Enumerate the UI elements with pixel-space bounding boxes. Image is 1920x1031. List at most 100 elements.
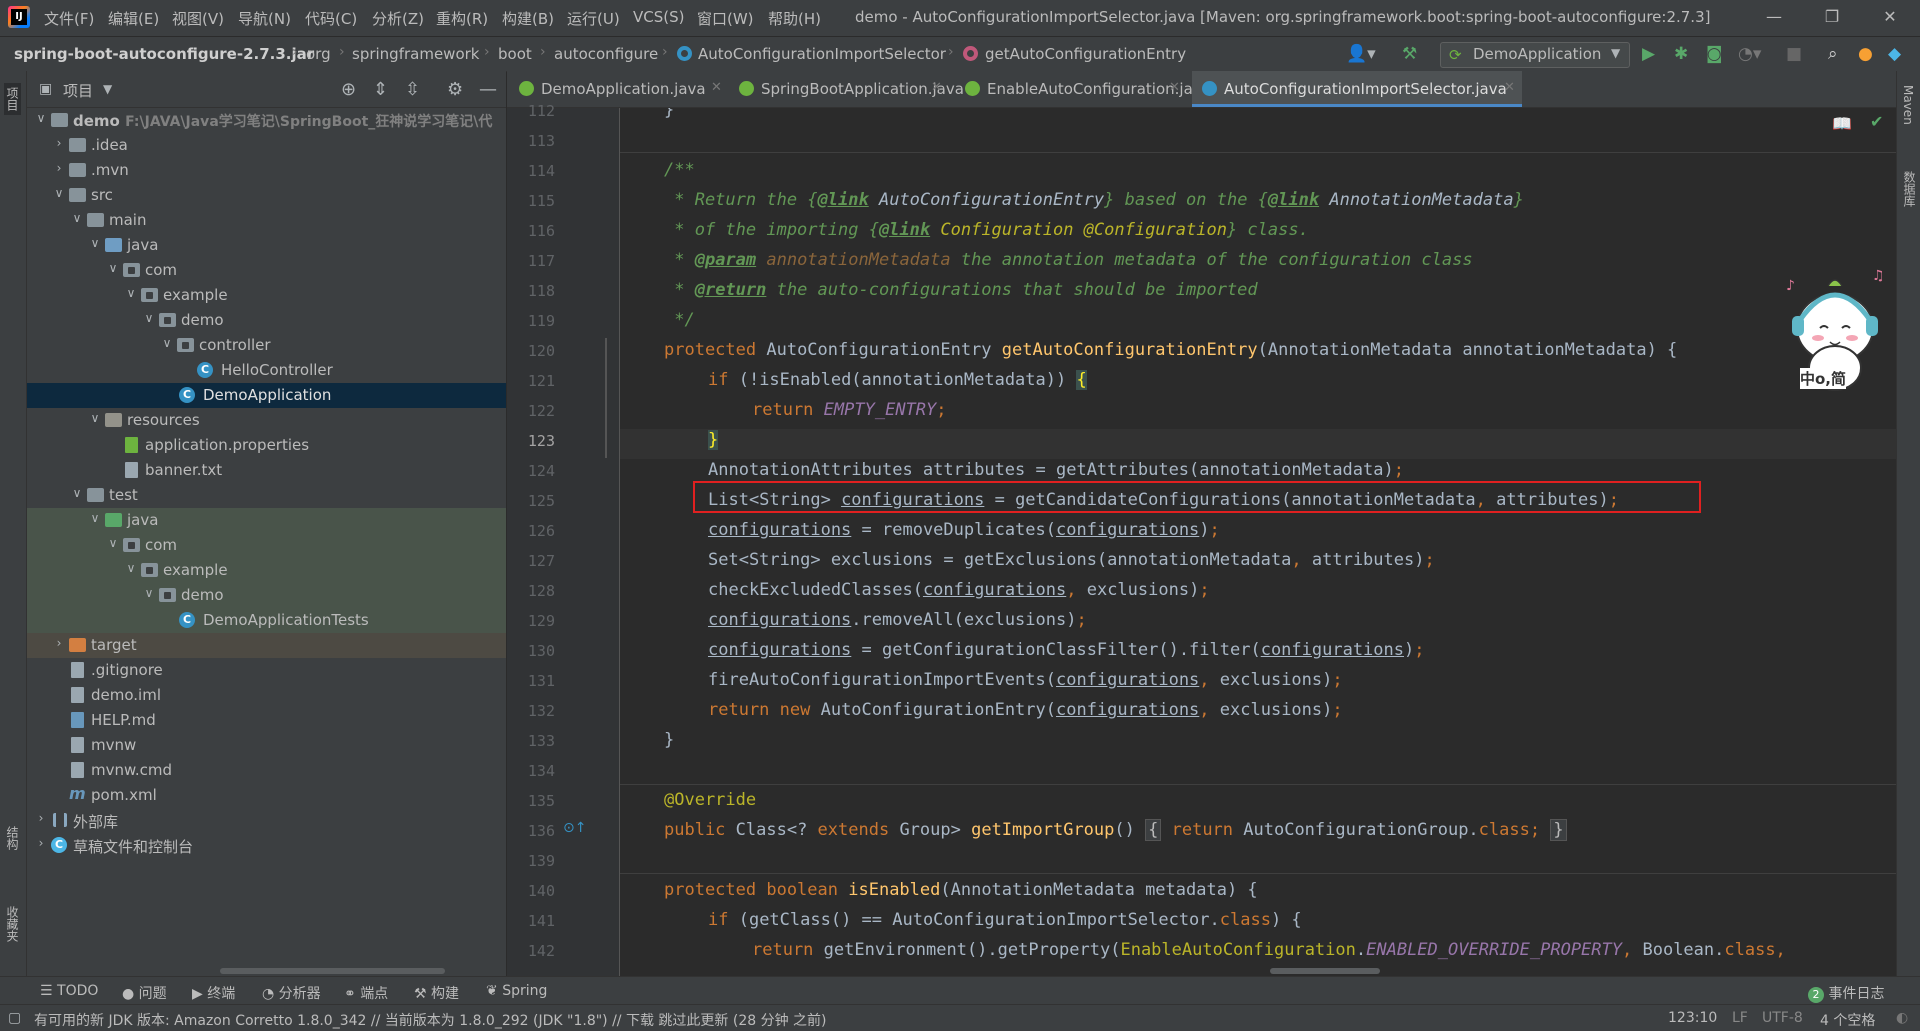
endpoints-tool-button[interactable]: ⚭ 端点 <box>344 983 388 1003</box>
close-tab-icon[interactable]: ✕ <box>1504 80 1515 95</box>
file-encoding[interactable]: UTF-8 <box>1762 1010 1803 1026</box>
breadcrumb-method[interactable]: getAutoConfigurationEntry <box>985 45 1186 63</box>
tree-row[interactable]: ∨ controller <box>27 333 506 358</box>
tree-row[interactable]: › target <box>27 633 506 658</box>
breadcrumb-autoconfigure[interactable]: autoconfigure <box>554 45 658 63</box>
stop-icon[interactable]: ■ <box>1786 45 1802 63</box>
debug-icon[interactable]: ✱ <box>1674 45 1688 63</box>
indent-setting[interactable]: 4 个空格 <box>1820 1010 1875 1030</box>
menu-window[interactable]: 窗口(W) <box>697 8 754 28</box>
override-marker-icon[interactable]: ⊙↑ <box>563 820 586 836</box>
tree-row[interactable]: › .mvn <box>27 158 506 183</box>
tree-row[interactable]: ∨ demo F:\JAVA\Java学习笔记\SpringBoot_狂神说学习笔… <box>27 108 506 133</box>
editor-gutter[interactable]: 112 113 114 115 116 117 118 119 120 121 … <box>507 102 620 976</box>
favorites-tool-button[interactable]: 收藏夹 <box>4 906 21 942</box>
menu-vcs[interactable]: VCS(S) <box>633 8 684 28</box>
event-log-button[interactable]: 2 事件日志 <box>1808 983 1884 1003</box>
problems-tool-button[interactable]: ● 问题 <box>122 983 167 1003</box>
breadcrumb-boot[interactable]: boot <box>498 45 532 63</box>
caret-position[interactable]: 123:10 <box>1668 1010 1717 1026</box>
code-editor[interactable]: } /** * Return the {@link AutoConfigurat… <box>620 108 1896 976</box>
locate-icon[interactable]: ⊕ <box>341 79 356 100</box>
tree-row[interactable]: HELP.md <box>27 708 506 733</box>
tree-row[interactable]: m pom.xml <box>27 783 506 808</box>
line-separator[interactable]: LF <box>1732 1010 1748 1026</box>
run-configuration-select[interactable]: ⟳ DemoApplication ▼ <box>1440 42 1630 68</box>
build-tool-button[interactable]: ⚒ 构建 <box>414 983 459 1003</box>
menu-analyze[interactable]: 分析(Z) <box>372 8 424 28</box>
tree-row[interactable]: ∨ example <box>27 283 506 308</box>
tree-row[interactable]: DemoApplicationTests <box>27 608 506 633</box>
tree-row[interactable]: ∨ java <box>27 233 506 258</box>
tab-enable-auto-configuration[interactable]: EnableAutoConfiguration.java ✕ <box>955 71 1211 107</box>
tree-row[interactable]: application.properties <box>27 433 506 458</box>
close-tab-icon[interactable]: ✕ <box>1169 80 1180 95</box>
menu-help[interactable]: 帮助(H) <box>768 8 821 28</box>
tree-row[interactable]: ∨ main <box>27 208 506 233</box>
tree-row[interactable]: ∨ java <box>27 508 506 533</box>
tree-row[interactable]: ∨ com <box>27 258 506 283</box>
menu-build[interactable]: 构建(B) <box>502 8 554 28</box>
tab-spring-boot-application[interactable]: SpringBootApplication.java ✕ <box>729 71 964 107</box>
breadcrumb-jar[interactable]: spring-boot-autoconfigure-2.7.3.jar <box>14 45 314 63</box>
tree-row[interactable]: ›草稿文件和控制台 <box>27 833 506 858</box>
todo-tool-button[interactable]: ☰ TODO <box>40 983 98 999</box>
chevron-down-icon[interactable]: ▼ <box>103 82 112 96</box>
user-icon[interactable]: 👤▾ <box>1346 45 1376 63</box>
structure-tool-button[interactable]: 结构 <box>4 826 21 850</box>
tree-row[interactable]: banner.txt <box>27 458 506 483</box>
readonly-lock-icon[interactable]: ◐ <box>1896 1010 1908 1026</box>
tree-row[interactable]: ∨ demo <box>27 308 506 333</box>
tree-row[interactable]: mvnw <box>27 733 506 758</box>
tree-row[interactable]: ∨ demo <box>27 583 506 608</box>
editor-scrollbar[interactable] <box>1270 968 1380 974</box>
menu-navigate[interactable]: 导航(N) <box>238 8 291 28</box>
updates-icon[interactable]: ● <box>1858 45 1873 63</box>
expand-all-icon[interactable]: ⇕ <box>373 79 388 100</box>
collapse-all-icon[interactable]: ⇳ <box>405 79 420 100</box>
coverage-icon[interactable]: ◙ <box>1706 45 1723 63</box>
menu-view[interactable]: 视图(V) <box>172 8 224 28</box>
breadcrumb-springframework[interactable]: springframework <box>352 45 479 63</box>
tree-row[interactable]: ∨ src <box>27 183 506 208</box>
terminal-tool-button[interactable]: ▶ 终端 <box>192 983 235 1003</box>
database-tool-button[interactable]: 数据库 <box>1901 171 1918 207</box>
reader-mode-icon[interactable]: 📖 <box>1832 114 1852 133</box>
profiler-icon[interactable]: ◔▾ <box>1738 45 1761 63</box>
tree-row[interactable]: HelloController <box>27 358 506 383</box>
profiler-tool-button[interactable]: ◔ 分析器 <box>262 983 321 1003</box>
tree-row[interactable]: › 外部库 <box>27 808 506 833</box>
menu-code[interactable]: 代码(C) <box>305 8 357 28</box>
hide-panel-icon[interactable]: — <box>479 79 497 100</box>
project-panel-title[interactable]: 项目 <box>63 80 93 101</box>
minimize-icon[interactable]: — <box>1762 6 1786 28</box>
tree-row[interactable]: ∨ resources <box>27 408 506 433</box>
breadcrumb-org[interactable]: org <box>306 45 331 63</box>
spring-tool-button[interactable]: ❦ Spring <box>486 983 547 999</box>
breadcrumb-class[interactable]: AutoConfigurationImportSelector <box>698 45 946 63</box>
toolbox-icon[interactable]: ◆ <box>1888 45 1901 63</box>
close-window-icon[interactable]: ✕ <box>1878 6 1902 28</box>
tree-row[interactable]: .gitignore <box>27 658 506 683</box>
run-icon[interactable]: ▶ <box>1642 45 1655 63</box>
intellij-logo-icon[interactable]: IJ <box>8 6 30 28</box>
gear-icon[interactable]: ⚙ <box>447 79 463 100</box>
project-scrollbar[interactable] <box>220 968 445 974</box>
tree-row-selected[interactable]: DemoApplication <box>27 383 506 408</box>
toggle-tool-windows-icon[interactable]: ▢ <box>8 1010 21 1026</box>
inspection-ok-icon[interactable]: ✔ <box>1870 112 1883 131</box>
close-tab-icon[interactable]: ✕ <box>931 80 942 95</box>
tree-row[interactable]: ∨ test <box>27 483 506 508</box>
tree-row[interactable]: mvnw.cmd <box>27 758 506 783</box>
menu-edit[interactable]: 编辑(E) <box>108 8 159 28</box>
project-tool-button[interactable]: 项目 <box>4 83 21 115</box>
maven-tool-button[interactable]: Maven <box>1901 85 1915 125</box>
tab-auto-configuration-import-selector[interactable]: AutoConfigurationImportSelector.java ✕ <box>1192 71 1522 107</box>
tree-row[interactable]: ∨ com <box>27 533 506 558</box>
tree-row[interactable]: › .idea <box>27 133 506 158</box>
tree-row[interactable]: demo.iml <box>27 683 506 708</box>
menu-refactor[interactable]: 重构(R) <box>436 8 488 28</box>
status-message[interactable]: 有可用的新 JDK 版本: Amazon Corretto 1.8.0_342 … <box>34 1010 827 1030</box>
menu-file[interactable]: 文件(F) <box>44 8 94 28</box>
tree-row[interactable]: ∨ example <box>27 558 506 583</box>
